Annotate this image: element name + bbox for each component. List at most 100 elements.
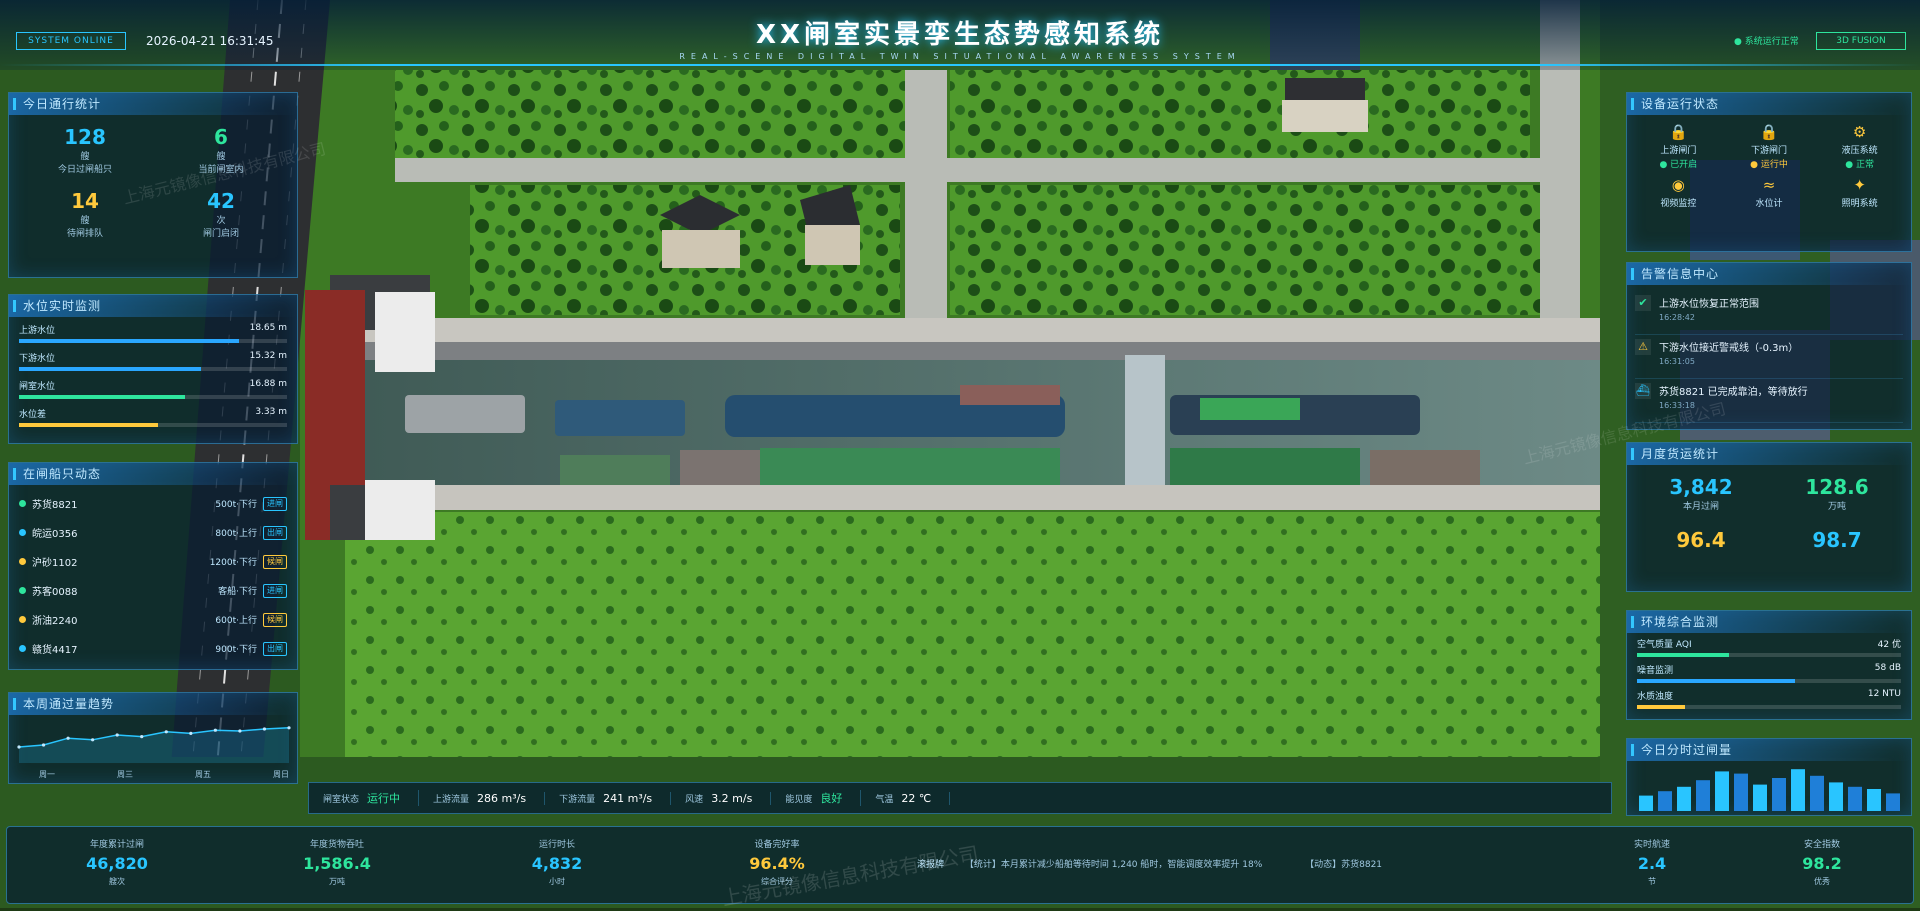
device-label: 上游闸门 bbox=[1660, 146, 1697, 156]
env-panel: 环境综合监测 空气质量 AQI 42 优噪音监测 58 dB 水质浊度 12 NTU bbox=[1626, 610, 1912, 720]
today-stats-panel: 今日通行统计 128 艘 今日过闸船只 6 艘 当前闸室内 14 艘 待闸排队 … bbox=[8, 92, 298, 278]
device-label: 液压系统 bbox=[1841, 146, 1878, 156]
hourly-bar-chart bbox=[1639, 769, 1900, 811]
system-status: ● 系统运行正常 bbox=[1734, 37, 1799, 47]
device-status: ● 正常 bbox=[1845, 160, 1875, 170]
ship-status-dot-icon bbox=[19, 645, 26, 652]
ship-row[interactable]: 浙油2240 600t·上行 候闸 bbox=[19, 605, 287, 634]
water-level-label: 上游水位 bbox=[19, 326, 56, 336]
alert-item[interactable]: ⚠ 下游水位接近警戒线（-0.3m） 16:31:05 bbox=[1635, 335, 1903, 379]
footer-kpi-sub: 艘次 bbox=[109, 877, 125, 886]
env-row: 噪音监测 58 dB bbox=[1637, 663, 1901, 683]
page-subtitle: REAL-SCENE DIGITAL TWIN SITUATIONAL AWAR… bbox=[679, 52, 1241, 61]
ship-info: 800t·上行 bbox=[215, 529, 257, 539]
status-item-value: 3.2 m/s bbox=[711, 791, 753, 805]
status-item: 气温 22 ℃ bbox=[875, 791, 951, 805]
ship-name: 皖运0356 bbox=[32, 529, 78, 540]
water-level-row: 上游水位 18.65 m bbox=[19, 323, 287, 343]
device-item[interactable]: ⚙ 液压系统 ● 正常 bbox=[1814, 123, 1905, 170]
water-level-value: 15.32 m bbox=[249, 351, 287, 361]
weekly-trend-panel: 本周通过量趋势 周一 周三 周五 周日 bbox=[8, 692, 298, 784]
env-fill bbox=[1637, 653, 1730, 657]
alert-text: 苏货8821 已完成靠泊，等待放行 bbox=[1659, 387, 1808, 398]
water-level-fill bbox=[19, 423, 159, 427]
water-level-row: 下游水位 15.32 m bbox=[19, 351, 287, 371]
hourly-bar bbox=[1829, 782, 1843, 811]
env-label: 空气质量 AQI bbox=[1637, 640, 1692, 650]
status-item: 闸室状态 运行中 bbox=[323, 790, 420, 806]
water-level-title: 水位实时监测 bbox=[9, 295, 297, 317]
status-item-value: 良好 bbox=[820, 792, 843, 805]
hourly-bar bbox=[1677, 786, 1691, 811]
env-track bbox=[1637, 705, 1901, 709]
ship-status-tag: 出闸 bbox=[263, 525, 287, 540]
env-row: 空气质量 AQI 42 优 bbox=[1637, 637, 1901, 657]
weekly-point bbox=[66, 736, 70, 740]
status-item: 下游流量 241 m³/s bbox=[559, 791, 672, 805]
weekly-tick-label: 周三 bbox=[117, 770, 133, 779]
alert-time: 16:31:05 bbox=[1659, 357, 1695, 366]
ship-status-tag: 候闸 bbox=[263, 554, 287, 569]
alert-item[interactable]: ✔ 上游水位恢复正常范围 16:28:42 bbox=[1635, 291, 1903, 335]
status-item-label: 气温 bbox=[875, 794, 894, 805]
mode-badge[interactable]: 3D FUSION bbox=[1816, 32, 1906, 50]
ship-row[interactable]: 皖运0356 800t·上行 出闸 bbox=[19, 518, 287, 547]
ship-name: 浙油2240 bbox=[32, 616, 78, 627]
device-label: 下游闸门 bbox=[1750, 146, 1787, 156]
status-item-value: 运行中 bbox=[367, 792, 401, 805]
device-item[interactable]: 🔒 上游闸门 ● 已开启 bbox=[1633, 123, 1724, 170]
hourly-bar bbox=[1772, 778, 1786, 811]
water-level-track bbox=[19, 367, 287, 371]
weekly-point bbox=[189, 731, 193, 735]
status-dot-icon: ● bbox=[1734, 37, 1745, 47]
device-item[interactable]: ≈ 水位计 bbox=[1724, 176, 1815, 210]
water-level-fill bbox=[19, 367, 202, 371]
ship-row[interactable]: 苏货8821 500t·下行 进闸 bbox=[19, 489, 287, 518]
status-item-label: 闸室状态 bbox=[323, 794, 360, 805]
ship-name: 赣货4417 bbox=[32, 645, 78, 656]
status-item-label: 下游流量 bbox=[559, 794, 596, 805]
footer-kpi-value: 4,832 bbox=[531, 854, 583, 873]
device-item[interactable]: ✦ 照明系统 bbox=[1814, 176, 1905, 210]
device-label: 视频监控 bbox=[1660, 199, 1697, 209]
ship-info: 客船·下行 bbox=[218, 587, 257, 597]
weekly-point bbox=[213, 728, 217, 732]
ships-title: 在闸船只动态 bbox=[9, 463, 297, 485]
check-icon: ✔ bbox=[1635, 295, 1651, 311]
device-label: 照明系统 bbox=[1841, 199, 1878, 209]
weekly-trend-chart: 周一 周三 周五 周日 bbox=[17, 726, 291, 779]
stat-today-ships: 128 艘 今日过闸船只 bbox=[57, 125, 112, 175]
water-level-fill bbox=[19, 395, 186, 399]
ship-icon: ⛴ bbox=[1635, 383, 1651, 399]
water-level-track bbox=[19, 395, 287, 399]
ship-row[interactable]: 苏客0088 客船·下行 进闸 bbox=[19, 576, 287, 605]
hourly-bar bbox=[1753, 784, 1767, 811]
ship-status-tag: 候闸 bbox=[263, 612, 287, 627]
status-item-label: 上游流量 bbox=[433, 794, 470, 805]
status-item: 能见度 良好 bbox=[785, 790, 862, 806]
wave-icon: ≈ bbox=[1762, 176, 1776, 194]
status-dot-icon: ● bbox=[1750, 160, 1761, 170]
footer-kpi-label: 设备完好率 bbox=[754, 840, 800, 850]
footer-kpi-label: 年度累计过闸 bbox=[89, 840, 144, 850]
env-value: 58 dB bbox=[1874, 663, 1901, 673]
footer-kpi-value: 96.4% bbox=[749, 854, 805, 873]
ship-status-dot-icon bbox=[19, 558, 26, 565]
footer-kpi-label: 安全指数 bbox=[1803, 840, 1840, 850]
water-level-label: 水位差 bbox=[19, 410, 47, 420]
ship-row[interactable]: 沪砂1102 1200t·下行 候闸 bbox=[19, 547, 287, 576]
alert-item[interactable]: ⛴ 苏货8821 已完成靠泊，等待放行 16:33:18 bbox=[1635, 379, 1903, 423]
weekly-point bbox=[238, 729, 242, 733]
footer-kpi: 运行时长 4,832 小时 bbox=[447, 827, 667, 903]
ticker-label: 滚报牌 bbox=[917, 860, 945, 870]
device-item[interactable]: 🔒 下游闸门 ● 运行中 bbox=[1724, 123, 1815, 170]
hourly-bar bbox=[1734, 773, 1748, 811]
weekly-tick-label: 周日 bbox=[273, 770, 289, 779]
warning-icon: ⚠ bbox=[1635, 339, 1651, 355]
ship-row[interactable]: 赣货4417 900t·下行 出闸 bbox=[19, 634, 287, 663]
monthly-kpi-a: 96.4 bbox=[1676, 528, 1726, 552]
water-level-value: 18.65 m bbox=[249, 323, 287, 333]
device-item[interactable]: ◉ 视频监控 bbox=[1633, 176, 1724, 210]
status-item-value: 22 ℃ bbox=[901, 791, 932, 805]
ship-status-dot-icon bbox=[19, 500, 26, 507]
